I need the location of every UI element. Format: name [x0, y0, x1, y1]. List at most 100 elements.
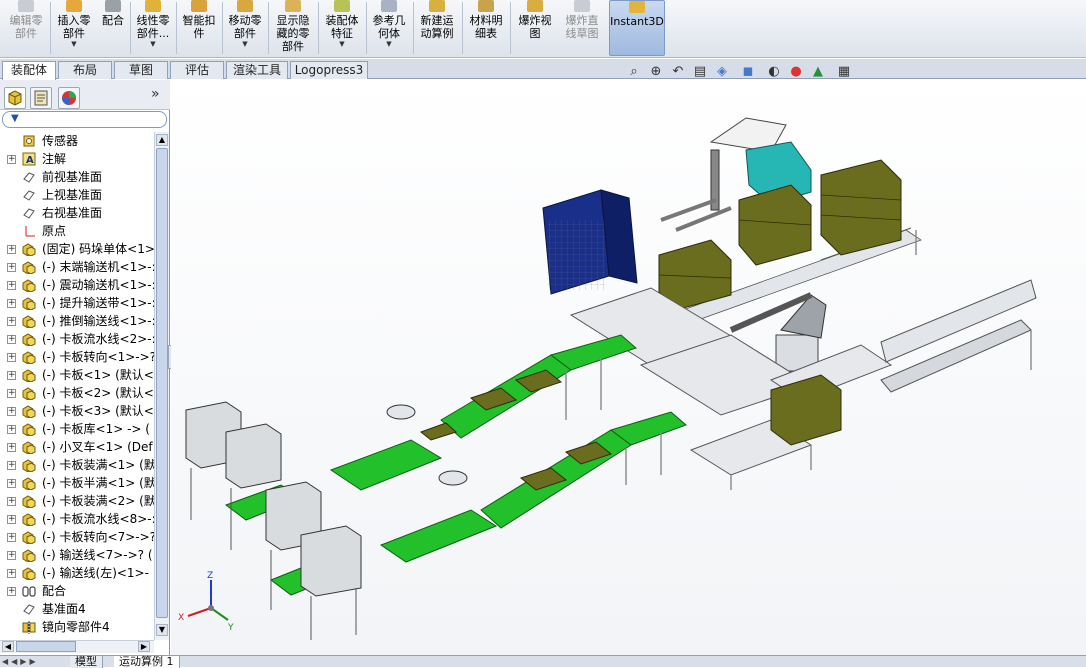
property-manager-tab[interactable] — [30, 87, 52, 109]
expand-plus-icon[interactable]: + — [7, 299, 16, 308]
expand-plus-icon[interactable]: + — [7, 497, 16, 506]
expand-plus-icon[interactable]: + — [7, 443, 16, 452]
scroll-down-arrow-icon[interactable]: ▼ — [156, 624, 168, 636]
bill-of-materials-button[interactable]: 材料明 细表 — [464, 0, 508, 58]
tree-filter-field[interactable]: ▼ — [2, 111, 167, 128]
tree-item[interactable]: + (-) 卡板<2> (默认< — [0, 384, 154, 402]
show-hidden-components-button[interactable]: 显示隐 藏的零 部件 — [271, 0, 315, 58]
reference-geometry-button[interactable]: 参考几 何体 ▼ — [368, 0, 410, 58]
tree-item[interactable]: + (-) 卡板装满<2> (默 — [0, 492, 154, 510]
expand-plus-icon[interactable]: + — [7, 425, 16, 434]
tree-item[interactable]: + (-) 卡板库<1> -> ( — [0, 420, 154, 438]
chevron-down-icon[interactable]: ▼ — [150, 40, 155, 48]
tab-render-tools[interactable]: 渲染工具 — [226, 61, 288, 79]
tab-motion-study-1[interactable]: 运动算例 1 — [114, 656, 180, 668]
tree-item[interactable]: + (-) 卡板<3> (默认< — [0, 402, 154, 420]
tree-item[interactable]: 基准面4 — [0, 600, 154, 618]
hscroll-thumb[interactable] — [16, 641, 76, 652]
expand-plus-icon[interactable]: + — [7, 263, 16, 272]
explode-line-sketch-button[interactable]: 爆炸直 线草图 — [559, 0, 605, 58]
expand-plus-icon[interactable]: + — [7, 461, 16, 470]
tree-item[interactable]: + (-) 输送线<7>->? ( — [0, 546, 154, 564]
expand-plus-icon[interactable]: + — [7, 353, 16, 362]
tree-item[interactable]: + (-) 卡板<1> (默认< — [0, 366, 154, 384]
expand-plus-icon[interactable]: + — [7, 515, 16, 524]
expand-plus-icon[interactable]: + — [7, 587, 16, 596]
expand-plus-icon[interactable]: + — [7, 533, 16, 542]
tree-item[interactable]: + (-) 小叉车<1> (Def — [0, 438, 154, 456]
tree-item[interactable]: + (-) 末端输送机<1>-: — [0, 258, 154, 276]
expand-plus-icon[interactable]: + — [7, 335, 16, 344]
tab-scroll-arrows-icon[interactable]: ◀◀▶▶ — [2, 657, 39, 666]
new-motion-study-button[interactable]: 新建运 动算例 — [415, 0, 459, 58]
tree-horizontal-scrollbar[interactable]: ◀ ▶ — [0, 640, 154, 653]
expand-plus-icon[interactable]: + — [7, 317, 16, 326]
display-manager-tab[interactable] — [58, 87, 80, 109]
tab-model[interactable]: 模型 — [70, 656, 103, 668]
tree-item[interactable]: 传感器 — [0, 132, 154, 150]
panel-collapse-icon[interactable]: » — [151, 86, 160, 102]
tree-item[interactable]: 右视基准面 — [0, 204, 154, 222]
scroll-thumb[interactable] — [156, 148, 168, 618]
tab-sketch[interactable]: 草图 — [114, 61, 168, 79]
insert-component-button[interactable]: 插入零 部件 ▼ — [52, 0, 96, 58]
tree-item[interactable]: + (-) 卡板流水线<8>-: — [0, 510, 154, 528]
chevron-down-icon[interactable]: ▼ — [339, 40, 344, 48]
expand-plus-icon[interactable]: + — [7, 389, 16, 398]
tab-assembly[interactable]: 装配体 — [2, 61, 56, 80]
graphics-viewport[interactable]: ⌕ ⊕ ↶ ▤ ◈ ◼ ◐ ● ▲ ▦ Z X Y — [171, 64, 1086, 655]
instant3d-button[interactable]: Instant3D — [609, 0, 665, 56]
expand-plus-icon[interactable]: + — [7, 551, 16, 560]
hide-show-items-icon[interactable]: ◐ — [766, 64, 782, 80]
edit-component-button[interactable]: 编辑零 部件 — [4, 0, 48, 58]
tree-vertical-scrollbar[interactable]: ▲ ▼ — [154, 132, 169, 640]
tree-item[interactable]: + (-) 输送线(左)<1>- — [0, 564, 154, 582]
tree-item[interactable]: 前视基准面 — [0, 168, 154, 186]
tab-logopress3[interactable]: Logopress3 — [290, 61, 368, 79]
tree-item[interactable]: 镜向零部件4 — [0, 618, 154, 636]
view-settings-icon[interactable]: ▦ — [836, 64, 852, 80]
exploded-view-button[interactable]: 爆炸视 图 — [513, 0, 557, 58]
expand-plus-icon[interactable]: + — [7, 155, 16, 164]
scroll-right-arrow-icon[interactable]: ▶ — [138, 641, 150, 652]
tree-item[interactable]: 上视基准面 — [0, 186, 154, 204]
previous-view-icon[interactable]: ↶ — [670, 64, 686, 80]
tree-item[interactable]: + (-) 卡板转向<7>->? — [0, 528, 154, 546]
tree-item[interactable]: + (固定) 码垛单体<1>- — [0, 240, 154, 258]
linear-pattern-button[interactable]: 线性零 部件... ▼ — [132, 0, 174, 58]
tab-evaluate[interactable]: 评估 — [170, 61, 224, 79]
tree-item[interactable]: + (-) 提升输送带<1>-: — [0, 294, 154, 312]
zoom-to-fit-icon[interactable]: ⌕ — [626, 64, 642, 80]
expand-plus-icon[interactable]: + — [7, 479, 16, 488]
zoom-area-icon[interactable]: ⊕ — [648, 64, 664, 80]
move-component-button[interactable]: 移动零 部件 ▼ — [224, 0, 266, 58]
feature-manager-tab[interactable] — [4, 87, 26, 109]
apply-scene-icon[interactable]: ▲ — [810, 64, 826, 80]
tree-item[interactable]: + (-) 卡板流水线<2>-: — [0, 330, 154, 348]
tree-item[interactable]: + A 注解 — [0, 150, 154, 168]
tree-item[interactable]: + 配合 — [0, 582, 154, 600]
tree-item[interactable]: + (-) 卡板转向<1>->? — [0, 348, 154, 366]
tab-layout[interactable]: 布局 — [58, 61, 112, 79]
display-style-icon[interactable]: ◼ — [740, 64, 756, 80]
tree-item[interactable]: + (-) 卡板装满<1> (默 — [0, 456, 154, 474]
expand-plus-icon[interactable]: + — [7, 407, 16, 416]
edit-appearance-icon[interactable]: ● — [788, 64, 804, 80]
smart-fastener-button[interactable]: 智能扣 件 — [178, 0, 220, 58]
chevron-down-icon[interactable]: ▼ — [242, 40, 247, 48]
section-view-icon[interactable]: ▤ — [692, 64, 708, 80]
scroll-up-arrow-icon[interactable]: ▲ — [156, 134, 168, 146]
tree-item[interactable]: 原点 — [0, 222, 154, 240]
tree-item[interactable]: + (-) 卡板半满<1> (默 — [0, 474, 154, 492]
view-orientation-icon[interactable]: ◈ — [714, 64, 730, 80]
tree-item[interactable]: + (-) 推倒输送线<1>-: — [0, 312, 154, 330]
tree-item[interactable]: + (-) 震动输送机<1>-: — [0, 276, 154, 294]
expand-plus-icon[interactable]: + — [7, 569, 16, 578]
assembly-feature-button[interactable]: 装配体 特征 ▼ — [320, 0, 364, 58]
scroll-left-arrow-icon[interactable]: ◀ — [2, 641, 14, 652]
expand-plus-icon[interactable]: + — [7, 371, 16, 380]
expand-plus-icon[interactable]: + — [7, 245, 16, 254]
expand-plus-icon[interactable]: + — [7, 281, 16, 290]
mate-button[interactable]: 配合 — [98, 0, 128, 58]
chevron-down-icon[interactable]: ▼ — [71, 40, 76, 48]
